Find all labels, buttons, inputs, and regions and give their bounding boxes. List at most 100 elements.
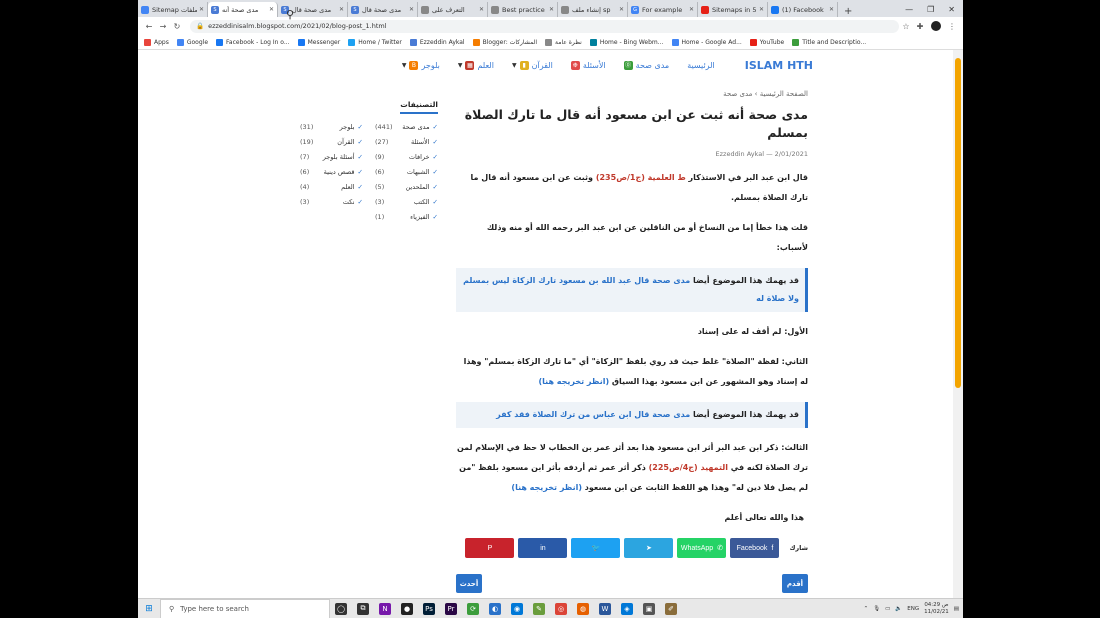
search-icon[interactable]: ⚲ xyxy=(286,8,294,21)
bookmark-item[interactable]: Google xyxy=(176,38,208,46)
label-item[interactable]: ✓ الأسئلة (27) xyxy=(363,138,438,146)
browser-tab[interactable]: إنشاء ملف sp ✕ xyxy=(558,2,628,17)
taskbar-app[interactable]: ⟳ xyxy=(462,601,484,617)
close-icon[interactable]: ✕ xyxy=(689,6,694,13)
reload-icon[interactable]: ↻ xyxy=(170,22,184,31)
taskbar-app[interactable]: Ps xyxy=(418,601,440,617)
share-button[interactable]: P xyxy=(465,538,515,558)
p4-link[interactable]: (انظر تخريجه هنا) xyxy=(539,377,610,386)
breadcrumb-home[interactable]: الصفحة الرئيسية xyxy=(760,90,808,98)
taskbar-app[interactable]: Pr xyxy=(440,601,462,617)
label-item[interactable]: ✓ القرآن (19) xyxy=(288,138,363,146)
nav-menu-item[interactable]: بلوجر B ▼ xyxy=(402,60,440,70)
label-item[interactable]: ✓ الشبهات (6) xyxy=(363,168,438,176)
extensions-icon[interactable]: ✚ xyxy=(913,22,927,31)
taskbar-app[interactable]: ▣ xyxy=(638,601,660,617)
taskbar-app[interactable]: ● xyxy=(396,601,418,617)
close-icon[interactable]: ✕ xyxy=(479,6,484,13)
share-button[interactable]: ✆ WhatsApp xyxy=(677,538,727,558)
browser-tab[interactable]: التعرف على ✕ xyxy=(418,2,488,17)
newer-post-button[interactable]: أحدث xyxy=(456,574,482,593)
label-item[interactable]: ✓ أسئلة بلوجر (7) xyxy=(288,153,363,161)
windows-start-icon[interactable]: ⊞ xyxy=(138,604,160,614)
p5-link[interactable]: (انظر تخريجه هنا) xyxy=(511,483,582,492)
label-item[interactable]: ✓ قصص دينية (6) xyxy=(288,168,363,176)
browser-tab[interactable]: Best practice ✕ xyxy=(488,2,558,17)
share-button[interactable]: f Facebook xyxy=(730,538,780,558)
bookmark-item[interactable]: Blogger: المشاركات xyxy=(472,38,537,46)
mic-icon[interactable]: 🎙 xyxy=(873,606,880,612)
window-close-icon[interactable]: ✕ xyxy=(948,5,955,14)
bookmark-item[interactable]: نظرة عامة xyxy=(545,38,582,46)
menu-icon[interactable]: ⋮ xyxy=(945,22,959,31)
browser-tab[interactable]: S مدى صحة قال ✕ xyxy=(348,2,418,17)
share-button[interactable]: in xyxy=(518,538,568,558)
label-item[interactable]: ✓ بلوجر (31) xyxy=(288,123,363,131)
taskbar-app[interactable]: ◉ xyxy=(506,601,528,617)
close-icon[interactable]: ✕ xyxy=(409,6,414,13)
post-author[interactable]: Ezzeddin Aykal xyxy=(716,150,764,158)
nav-menu-item[interactable]: مدى صحة ⓪ xyxy=(623,60,669,70)
url-field[interactable]: 🔒 ezzeddinisalm.blogspot.com/2021/02/blog… xyxy=(190,19,899,33)
breadcrumb-category[interactable]: مدى صحة xyxy=(723,90,752,98)
back-icon[interactable]: ← xyxy=(142,22,156,31)
bookmark-item[interactable]: Title and Descriptio... xyxy=(792,38,866,46)
label-item[interactable]: ✓ نكت (3) xyxy=(288,198,363,206)
browser-tab[interactable]: G For example ✕ xyxy=(628,2,698,17)
close-icon[interactable]: ✕ xyxy=(619,6,624,13)
scrollbar-thumb[interactable] xyxy=(955,58,961,388)
label-item[interactable]: ✓ العلم (4) xyxy=(288,183,363,191)
share-button[interactable]: ➤ xyxy=(624,538,674,558)
taskbar-app[interactable]: ◍ xyxy=(572,601,594,617)
notifications-icon[interactable]: ▤ xyxy=(954,606,959,612)
taskbar-app[interactable]: W xyxy=(594,601,616,617)
browser-tab[interactable]: Sitemaps in 5 ✕ xyxy=(698,2,768,17)
label-item[interactable]: ✓ خرافات (9) xyxy=(363,153,438,161)
related-link-2[interactable]: مدى صحة قال ابن عباس من ترك الصلاة فقد ك… xyxy=(496,410,690,419)
clock[interactable]: ص 04:29 11/02/21 xyxy=(924,602,949,616)
nav-menu-item[interactable]: القرآن ▮ ▼ xyxy=(512,60,553,70)
scrollbar[interactable] xyxy=(953,50,963,598)
bookmark-item[interactable]: Home / Twitter xyxy=(348,38,402,46)
browser-tab[interactable]: (1) Facebook ✕ xyxy=(768,2,838,17)
close-icon[interactable]: ✕ xyxy=(549,6,554,13)
network-icon[interactable]: ▭ xyxy=(885,606,890,612)
site-logo[interactable]: ISLAM HTH xyxy=(745,59,813,72)
nav-menu-item[interactable]: العلم ▦ ▼ xyxy=(458,60,494,70)
close-icon[interactable]: ✕ xyxy=(759,6,764,13)
bookmark-item[interactable]: YouTube xyxy=(749,38,784,46)
forward-icon[interactable]: → xyxy=(156,22,170,31)
minimize-icon[interactable]: — xyxy=(905,5,913,14)
bookmark-star-icon[interactable]: ☆ xyxy=(899,22,913,31)
bookmark-item[interactable]: Ezzeddin Aykal xyxy=(409,38,465,46)
label-item[interactable]: ✓ الفيزياء (1) xyxy=(363,213,438,221)
language-indicator[interactable]: ENG xyxy=(907,606,919,612)
new-tab-button[interactable]: + xyxy=(838,6,858,17)
close-icon[interactable]: ✕ xyxy=(339,6,344,13)
maximize-icon[interactable]: ❐ xyxy=(927,5,934,14)
bookmark-item[interactable]: Apps xyxy=(144,38,169,46)
close-icon[interactable]: ✕ xyxy=(199,6,204,13)
taskbar-app[interactable]: ◐ xyxy=(484,601,506,617)
taskbar-app[interactable]: ✎ xyxy=(528,601,550,617)
nav-menu-item[interactable]: الأسئلة ❉ xyxy=(570,60,606,70)
taskbar-app[interactable]: N xyxy=(374,601,396,617)
nav-menu-item[interactable]: الرئيسية xyxy=(687,61,715,70)
share-button[interactable]: 🐦 xyxy=(571,538,621,558)
taskbar-app[interactable]: ◎ xyxy=(550,601,572,617)
close-icon[interactable]: ✕ xyxy=(269,6,274,13)
close-icon[interactable]: ✕ xyxy=(829,6,834,13)
bookmark-item[interactable]: Home - Bing Webm... xyxy=(589,38,664,46)
volume-icon[interactable]: 🔈 xyxy=(895,606,902,612)
label-item[interactable]: ✓ مدى صحة (441) xyxy=(363,123,438,131)
tray-chevron-icon[interactable]: ⌃ xyxy=(864,606,869,612)
profile-avatar[interactable] xyxy=(931,21,941,31)
taskbar-app[interactable]: ◈ xyxy=(616,601,638,617)
taskbar-app[interactable]: ◯ xyxy=(330,601,352,617)
browser-tab[interactable]: S مدى صحة أنه ✕ xyxy=(208,2,278,17)
taskbar-app[interactable]: ✐ xyxy=(660,601,682,617)
label-item[interactable]: ✓ الكتب (3) xyxy=(363,198,438,206)
bookmark-item[interactable]: Home - Google Ad... xyxy=(671,38,742,46)
label-item[interactable]: ✓ الملحدين (5) xyxy=(363,183,438,191)
older-post-button[interactable]: أقدم xyxy=(782,574,808,593)
